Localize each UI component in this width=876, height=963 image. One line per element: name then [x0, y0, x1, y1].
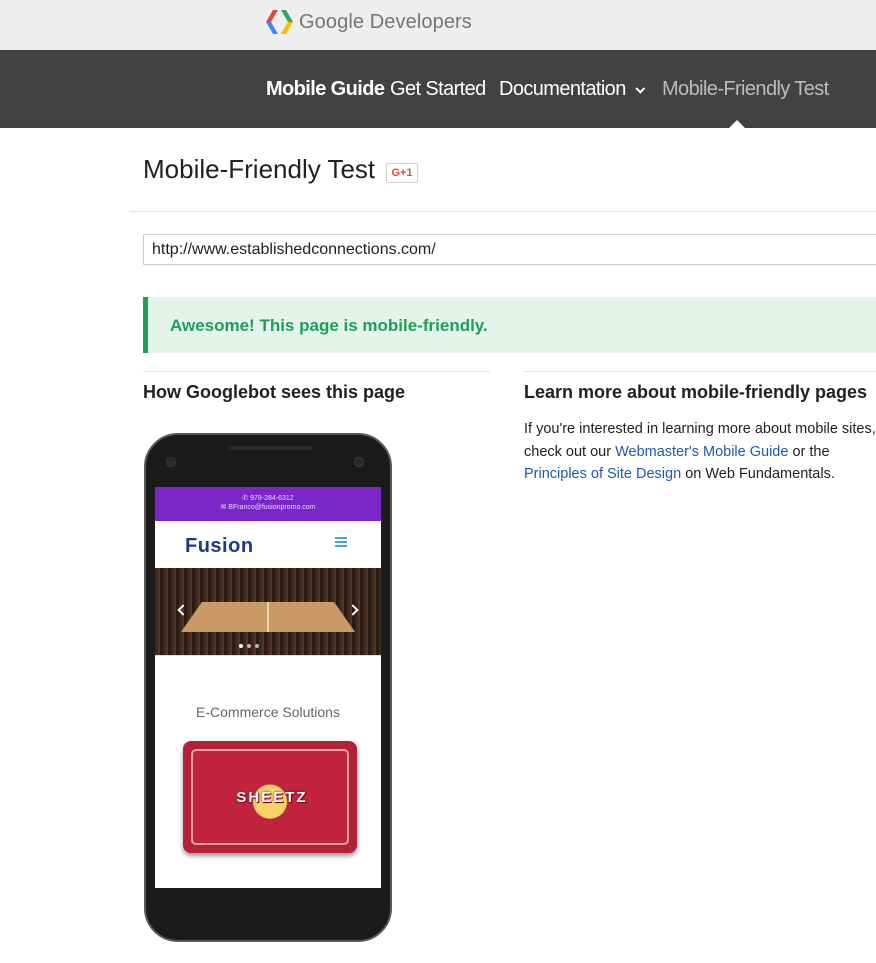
googlebot-view-heading: How Googlebot sees this page	[143, 382, 406, 402]
page-title: Mobile-Friendly Test	[143, 154, 376, 184]
top-navigation: Mobile Guide Get Started Documentation M…	[0, 50, 876, 128]
right-column-divider	[524, 371, 876, 372]
preview-card-title: E-Commerce Solutions	[196, 704, 340, 720]
carousel-dots	[239, 644, 259, 648]
nav-documentation[interactable]: Documentation	[499, 78, 646, 101]
nav-mobile-guide[interactable]: Mobile Guide	[266, 78, 385, 101]
active-nav-indicator	[729, 120, 745, 128]
learn-more-text: If you're interested in learning more ab…	[524, 418, 876, 486]
gift-card-brand: SHEETZ	[236, 789, 308, 806]
brand-bar: Google Developers	[0, 0, 876, 50]
result-message: Awesome! This page is mobile-friendly.	[170, 316, 488, 335]
left-column-divider	[143, 371, 490, 372]
webmasters-mobile-guide-link[interactable]: Webmaster's Mobile Guide	[615, 444, 788, 460]
phone-earpiece-area	[158, 443, 382, 481]
google-developers-logo-icon	[266, 10, 293, 34]
preview-contact-bar: ✆ 978-284-6312 ✉ BFranco@fusionpromo.com	[155, 487, 381, 521]
preview-email: ✉ BFranco@fusionpromo.com	[220, 504, 316, 511]
preview-hero-image	[155, 568, 381, 655]
phone-sensor-icon	[166, 457, 176, 467]
title-divider	[130, 211, 876, 212]
preview-phone: ✆ 978-284-6312	[242, 495, 294, 502]
phone-preview: ✆ 978-284-6312 ✉ BFranco@fusionpromo.com…	[144, 433, 392, 942]
court-center-line	[267, 602, 269, 632]
sheetz-gift-card-image: SHEETZ	[183, 741, 357, 853]
learn-more-text-3: on Web Fundamentals.	[681, 466, 835, 482]
hamburger-menu-icon	[335, 537, 347, 547]
preview-logo: Fusion	[185, 535, 254, 557]
gift-card-face: SHEETZ	[191, 749, 349, 845]
preview-header: Fusion	[155, 521, 381, 568]
nav-documentation-label: Documentation	[499, 78, 626, 100]
phone-camera-icon	[354, 457, 364, 467]
brand-link[interactable]: Google Developers	[266, 10, 472, 34]
learn-more-text-2: or the	[788, 443, 830, 460]
nav-mobile-friendly-test[interactable]: Mobile-Friendly Test	[662, 78, 829, 101]
google-plus-one-button[interactable]: G+1	[386, 163, 418, 183]
preview-card: E-Commerce Solutions SHEETZ	[155, 655, 381, 888]
chevron-down-icon	[635, 83, 646, 94]
preview-screenshot: ✆ 978-284-6312 ✉ BFranco@fusionpromo.com…	[155, 487, 381, 888]
url-input[interactable]	[143, 234, 876, 265]
nav-get-started[interactable]: Get Started	[390, 78, 486, 101]
learn-more-heading: Learn more about mobile-friendly pages	[524, 382, 868, 402]
principles-of-site-design-link[interactable]: Principles of Site Design	[524, 466, 681, 482]
phone-speaker	[228, 446, 312, 450]
brand-name: Google Developers	[299, 10, 472, 33]
result-banner: Awesome! This page is mobile-friendly.	[143, 297, 876, 353]
